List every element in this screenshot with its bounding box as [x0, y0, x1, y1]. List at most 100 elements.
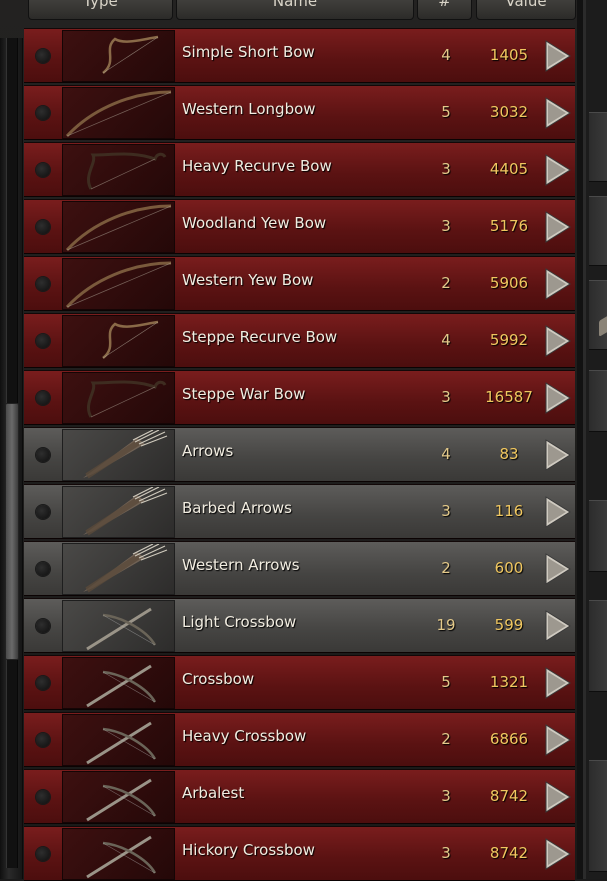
transfer-arrow-icon[interactable]	[542, 609, 572, 643]
item-value: 1321	[489, 673, 529, 691]
item-row[interactable]: Arbalest 3 8742	[24, 769, 575, 824]
item-name: Hickory Crossbow	[182, 841, 315, 859]
transfer-arrow-icon[interactable]	[542, 153, 572, 187]
transfer-arrow-icon[interactable]	[542, 495, 572, 529]
select-indicator-icon[interactable]	[36, 562, 50, 576]
item-row[interactable]: Heavy Crossbow 2 6866	[24, 712, 575, 767]
select-indicator-icon[interactable]	[36, 733, 50, 747]
item-row[interactable]: Western Yew Bow 2 5906	[24, 256, 575, 311]
side-slot	[589, 196, 607, 266]
transfer-arrow-icon[interactable]	[542, 438, 572, 472]
select-indicator-icon[interactable]	[36, 106, 50, 120]
column-header-count[interactable]: #	[417, 0, 472, 20]
item-row[interactable]: Heavy Recurve Bow 3 4405	[24, 142, 575, 197]
longbow-icon	[62, 258, 175, 310]
item-value: 8742	[489, 787, 529, 805]
item-name: Western Arrows	[182, 556, 300, 574]
side-slot	[589, 370, 607, 432]
item-name: Western Yew Bow	[182, 271, 314, 289]
item-row[interactable]: Simple Short Bow 4 1405	[24, 28, 575, 83]
select-indicator-icon[interactable]	[36, 619, 50, 633]
transfer-arrow-icon[interactable]	[542, 780, 572, 814]
transfer-arrow-icon[interactable]	[542, 210, 572, 244]
item-name: Arbalest	[182, 784, 245, 802]
transfer-arrow-icon[interactable]	[542, 39, 572, 73]
select-indicator-icon[interactable]	[36, 49, 50, 63]
select-indicator-icon[interactable]	[36, 334, 50, 348]
item-row[interactable]: Steppe War Bow 3 16587	[24, 370, 575, 425]
item-count: 4	[441, 331, 451, 349]
item-count: 5	[441, 103, 451, 121]
side-slot	[589, 500, 607, 572]
side-slot	[589, 280, 607, 350]
item-value: 83	[499, 445, 519, 463]
item-row[interactable]: Barbed Arrows 3 116	[24, 484, 575, 539]
item-name: Arrows	[182, 442, 234, 460]
side-slot	[589, 600, 607, 692]
item-row[interactable]: Western Longbow 5 3032	[24, 85, 575, 140]
item-count: 3	[441, 217, 451, 235]
item-name: Light Crossbow	[182, 613, 297, 631]
item-row[interactable]: Steppe Recurve Bow 4 5992	[24, 313, 575, 368]
crossbow-icon	[62, 714, 175, 766]
column-header-value[interactable]: Value	[476, 0, 576, 20]
select-indicator-icon[interactable]	[36, 277, 50, 291]
item-name: Heavy Crossbow	[182, 727, 307, 745]
item-name: Steppe War Bow	[182, 385, 306, 403]
select-indicator-icon[interactable]	[36, 676, 50, 690]
item-count: 3	[441, 844, 451, 862]
short-bow-icon	[62, 30, 175, 82]
transfer-arrow-icon[interactable]	[542, 324, 572, 358]
transfer-arrow-icon[interactable]	[542, 723, 572, 757]
item-value: 16587	[485, 388, 533, 406]
item-value: 600	[494, 559, 524, 577]
transfer-arrow-icon[interactable]	[542, 381, 572, 415]
item-row[interactable]: Crossbow 5 1321	[24, 655, 575, 710]
item-name: Crossbow	[182, 670, 255, 688]
scrollbar[interactable]	[0, 38, 23, 879]
item-count: 4	[441, 46, 451, 64]
transfer-arrow-icon[interactable]	[542, 837, 572, 871]
select-indicator-icon[interactable]	[36, 790, 50, 804]
item-count: 3	[441, 502, 451, 520]
select-indicator-icon[interactable]	[36, 505, 50, 519]
crossbow-icon	[62, 771, 175, 823]
item-value: 4405	[489, 160, 529, 178]
longbow-icon	[62, 87, 175, 139]
item-row[interactable]: Western Arrows 2 600	[24, 541, 575, 596]
right-side-panel	[577, 0, 607, 879]
item-value: 8742	[489, 844, 529, 862]
item-count: 19	[436, 616, 456, 634]
item-count: 5	[441, 673, 451, 691]
item-row[interactable]: Light Crossbow 19 599	[24, 598, 575, 653]
column-header-name[interactable]: Name	[176, 0, 414, 20]
quiver-icon	[62, 486, 175, 538]
recurve-bow-icon	[62, 144, 175, 196]
select-indicator-icon[interactable]	[36, 391, 50, 405]
item-name: Heavy Recurve Bow	[182, 157, 332, 175]
column-header: Type Name # Value	[0, 0, 577, 20]
item-value: 5176	[489, 217, 529, 235]
transfer-arrow-icon[interactable]	[542, 96, 572, 130]
item-count: 3	[441, 787, 451, 805]
transfer-arrow-icon[interactable]	[542, 666, 572, 700]
transfer-arrow-icon[interactable]	[542, 552, 572, 586]
select-indicator-icon[interactable]	[36, 220, 50, 234]
item-name: Barbed Arrows	[182, 499, 292, 517]
item-count: 2	[441, 274, 451, 292]
item-row[interactable]: Woodland Yew Bow 3 5176	[24, 199, 575, 254]
select-indicator-icon[interactable]	[36, 847, 50, 861]
quiver-icon	[62, 429, 175, 481]
scrollbar-thumb[interactable]	[5, 403, 19, 660]
side-slot	[589, 760, 607, 872]
quiver-icon	[62, 543, 175, 595]
transfer-arrow-icon[interactable]	[542, 267, 572, 301]
item-row[interactable]: Arrows 4 83	[24, 427, 575, 482]
select-indicator-icon[interactable]	[36, 163, 50, 177]
item-value: 599	[494, 616, 524, 634]
select-indicator-icon[interactable]	[36, 448, 50, 462]
column-header-type[interactable]: Type	[28, 0, 173, 20]
item-row[interactable]: Hickory Crossbow 3 8742	[24, 826, 575, 881]
crossbow-icon	[62, 828, 175, 880]
longbow-icon	[62, 201, 175, 253]
